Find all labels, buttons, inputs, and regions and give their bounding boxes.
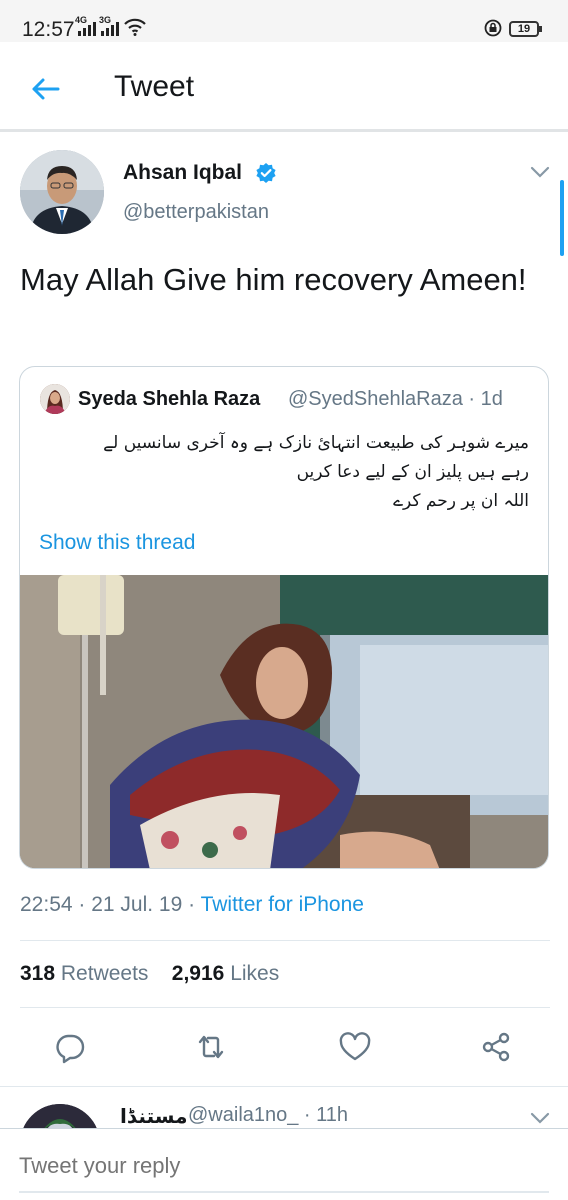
section-separator (0, 1086, 568, 1087)
show-thread-link[interactable]: Show this thread (39, 531, 195, 555)
likes-count[interactable]: 2,916 (172, 962, 225, 985)
quoted-author-avatar (40, 384, 70, 414)
share-icon[interactable] (480, 1030, 514, 1064)
retweets-label[interactable]: Retweets (61, 962, 149, 985)
reply-author-handle[interactable]: @waila1no_ · 11h (188, 1104, 348, 1127)
reply-author-name[interactable]: مستنڈا (120, 1104, 187, 1128)
chevron-down-icon[interactable] (529, 164, 551, 180)
quoted-author-handle: @SyedShehlaRaza · 1d (288, 388, 503, 410)
quoted-text-line: رہے ہیں پلیز ان کے لیے دعا کریں (296, 462, 529, 482)
likes-label[interactable]: Likes (230, 962, 279, 985)
reply-icon[interactable] (53, 1030, 87, 1064)
tweet-stats: 318 Retweets 2,916 Likes (20, 962, 279, 986)
reply-input[interactable] (19, 1153, 419, 1179)
signal-icon-2 (101, 20, 119, 36)
tweet-timestamp: 22:54 · 21 Jul. 19 · (20, 893, 201, 916)
chevron-down-icon[interactable] (529, 1110, 551, 1126)
author-handle[interactable]: @betterpakistan (123, 201, 269, 224)
retweets-count[interactable]: 318 (20, 962, 55, 985)
reply-composer (0, 1128, 568, 1200)
divider (20, 1007, 550, 1008)
status-bar: 12:57 4G 3G 19 (0, 0, 568, 42)
tweet-source-link[interactable]: Twitter for iPhone (201, 893, 364, 916)
app-header: Tweet (0, 42, 568, 132)
tweet-meta: 22:54 · 21 Jul. 19 · Twitter for iPhone (20, 893, 364, 917)
status-time: 12:57 (22, 18, 75, 41)
quoted-tweet-photo[interactable] (20, 575, 548, 868)
quoted-text-line: اللہ ان پر رحم کرے (393, 491, 529, 511)
composer-underline (19, 1191, 549, 1193)
wifi-icon (124, 18, 146, 36)
heart-icon[interactable] (338, 1030, 372, 1064)
rotation-lock-icon (484, 19, 502, 37)
tweet-text: May Allah Give him recovery Ameen! (20, 262, 527, 297)
page-title: Tweet (114, 70, 195, 103)
author-avatar[interactable] (20, 150, 104, 234)
divider (20, 940, 550, 941)
retweet-icon[interactable] (194, 1030, 228, 1064)
arrow-left-icon[interactable] (28, 72, 62, 106)
verified-badge-icon (256, 163, 276, 183)
signal-icon (78, 20, 96, 36)
quoted-text-line: میرے شوہر کی طبیعت انتہائ نازک ہے وہ آخر… (103, 433, 529, 453)
quoted-tweet-card[interactable]: Syeda Shehla Raza @SyedShehlaRaza · 1d م… (19, 366, 549, 869)
quoted-author-name: Syeda Shehla Raza (78, 388, 261, 410)
author-name[interactable]: Ahsan Iqbal (123, 161, 242, 185)
quoted-tweet-text: میرے شوہر کی طبیعت انتہائ نازک ہے وہ آخر… (34, 429, 529, 516)
scrollbar[interactable] (560, 180, 564, 256)
battery-icon: 19 (509, 21, 542, 37)
